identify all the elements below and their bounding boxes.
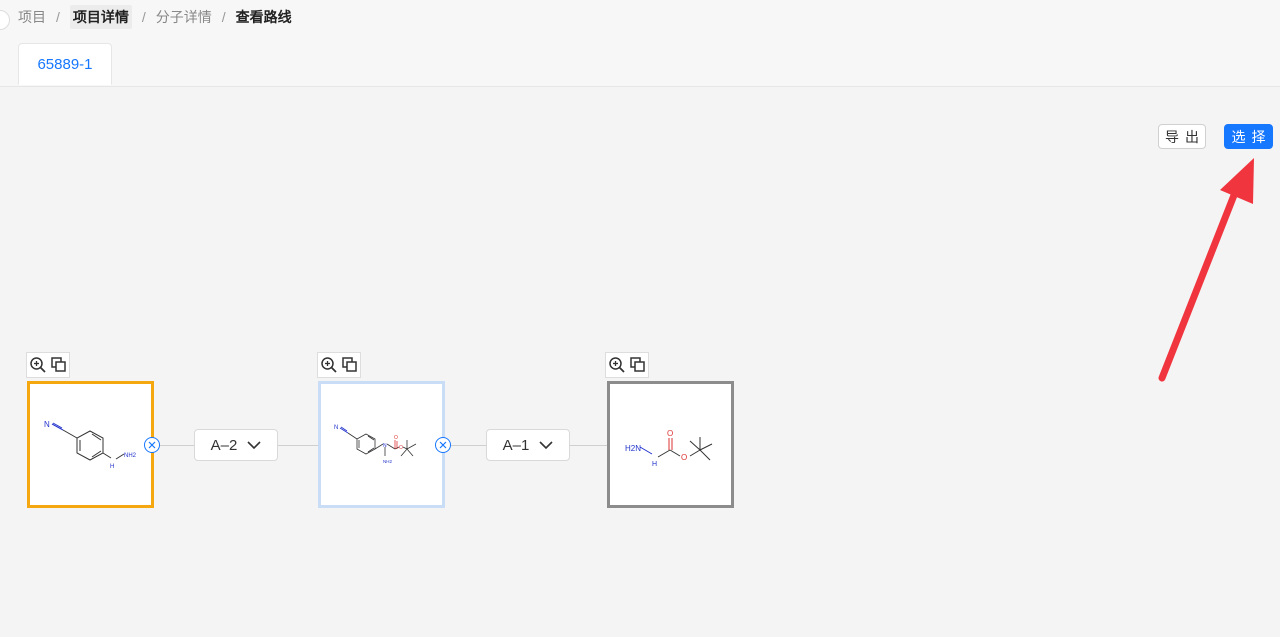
atom-label: O [399, 445, 403, 451]
chevron-down-icon [539, 440, 553, 450]
route-selector[interactable]: A–2 [194, 429, 278, 461]
route-connector [278, 445, 319, 446]
molecule-structure: N NH2 H [44, 420, 137, 470]
atom-label: H [110, 464, 114, 470]
zoom-in-icon[interactable] [29, 356, 47, 374]
route-selector-label: A–2 [210, 436, 238, 454]
atom-label: O [681, 453, 687, 462]
molecule-card[interactable]: H2N H O O [607, 381, 734, 508]
molecule-structure: N N NH2 O O [334, 425, 417, 464]
expand-icon[interactable] [144, 437, 160, 453]
annotation-arrow [1158, 158, 1254, 382]
atom-label: N [334, 425, 338, 431]
route-connector [451, 445, 486, 446]
route-connector [570, 445, 607, 446]
atom-label: O [667, 429, 673, 438]
zoom-in-icon[interactable] [608, 356, 626, 374]
zoom-in-icon[interactable] [320, 356, 338, 374]
route-selector-label: A–1 [502, 436, 530, 454]
atom-label: H [652, 461, 657, 468]
atom-label: N [383, 443, 387, 449]
route-selector[interactable]: A–1 [486, 429, 570, 461]
chevron-down-icon [247, 440, 261, 450]
molecule-structure: H2N H O O [625, 429, 713, 468]
atom-label: H2N [625, 444, 641, 453]
molecule-card[interactable]: N NH2 H [27, 381, 154, 508]
atom-label: NH2 [383, 459, 392, 464]
node-toolbar [26, 352, 70, 378]
atom-label: NH2 [124, 453, 137, 459]
expand-icon[interactable] [435, 437, 451, 453]
copy-icon[interactable] [50, 356, 68, 374]
node-toolbar [605, 352, 649, 378]
atom-label: N [44, 420, 50, 429]
molecule-card[interactable]: N N NH2 O O [318, 381, 445, 508]
route-connector [160, 445, 194, 446]
node-toolbar [317, 352, 361, 378]
copy-icon[interactable] [341, 356, 359, 374]
copy-icon[interactable] [629, 356, 647, 374]
atom-label: O [394, 435, 398, 441]
